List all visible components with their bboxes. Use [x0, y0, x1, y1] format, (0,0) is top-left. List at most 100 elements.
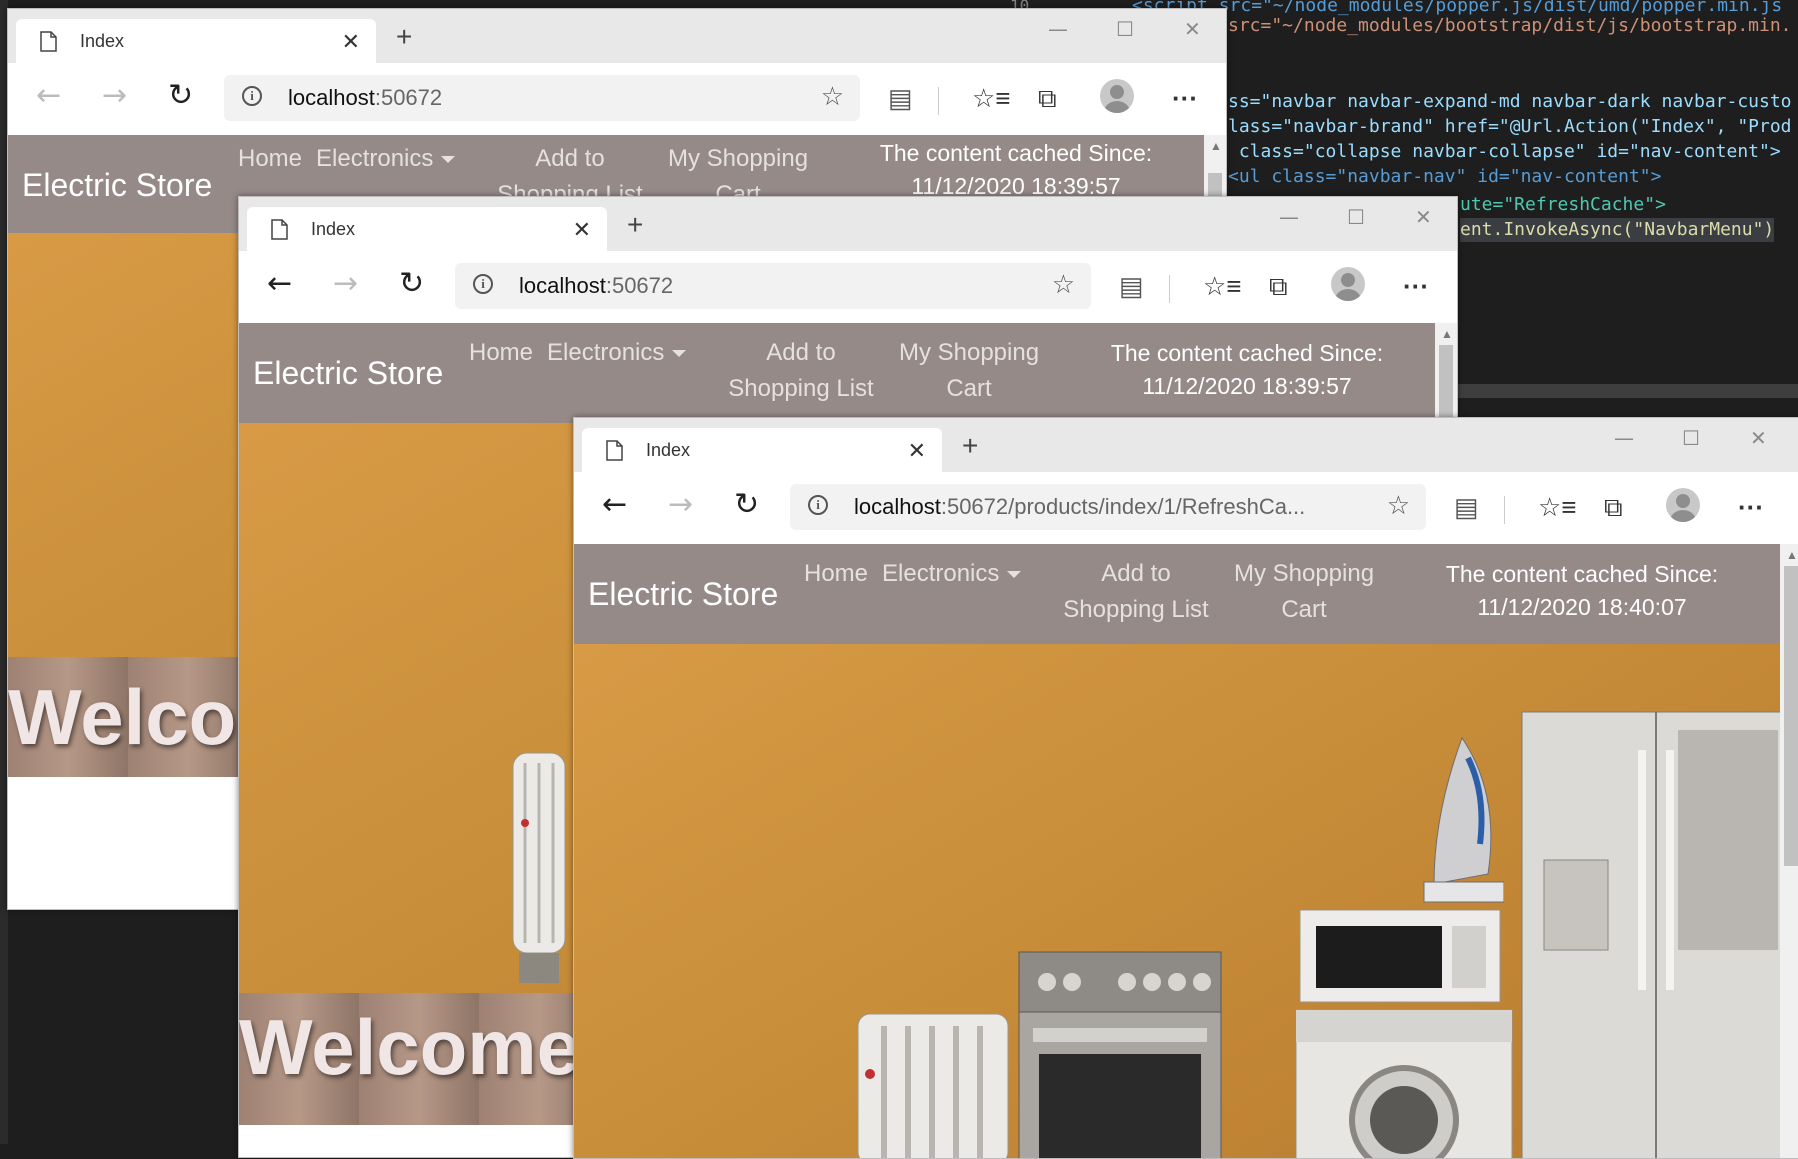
database-icon[interactable]: ▤ [1119, 271, 1144, 301]
collections-icon[interactable]: ⧉ [1604, 492, 1623, 522]
hero-banner [574, 644, 1780, 1158]
toolbar-separator [938, 87, 939, 115]
site-navbar: Electric Store Home Electronics Add to Sh… [239, 323, 1435, 423]
chevron-down-icon [672, 350, 687, 358]
nav-electronics[interactable]: Electronics [316, 141, 456, 177]
brand-link[interactable]: Electric Store [22, 167, 212, 204]
refresh-icon[interactable]: ↻ [399, 267, 424, 301]
forward-icon[interactable]: → [102, 79, 127, 113]
nav-home[interactable]: Home [469, 335, 533, 371]
refresh-icon[interactable]: ↻ [734, 488, 759, 522]
back-icon[interactable]: ← [267, 267, 292, 301]
tab-index[interactable]: Index ✕ [247, 207, 607, 251]
nav-add-to-shopping-list[interactable]: Add to Shopping List [1050, 556, 1222, 628]
nav-home[interactable]: Home [238, 141, 302, 177]
close-window-icon[interactable]: ✕ [1750, 426, 1767, 450]
toolbar-separator [1504, 496, 1505, 524]
page-scrollbar[interactable]: ▲ [1435, 323, 1457, 423]
brand-link[interactable]: Electric Store [588, 576, 778, 613]
page-icon [271, 219, 288, 240]
forward-icon[interactable]: → [668, 488, 693, 522]
minimize-icon[interactable]: — [1614, 426, 1634, 450]
address-bar[interactable]: i localhost:50672/products/index/1/Refre… [790, 484, 1426, 530]
browser-toolbar: ← → ↻ i localhost:50672/products/index/1… [574, 472, 1798, 544]
nav-my-shopping-cart[interactable]: My Shopping Cart [889, 335, 1049, 407]
code-line: ute="RefreshCache"> [1460, 194, 1666, 215]
code-line: lass="navbar-brand" href="@Url.Action("I… [1228, 116, 1792, 137]
chevron-down-icon [441, 156, 456, 164]
scroll-thumb[interactable] [1784, 566, 1798, 866]
maximize-icon[interactable]: ☐ [1347, 205, 1365, 229]
more-icon[interactable]: ··· [1738, 492, 1764, 522]
scroll-up-icon[interactable]: ▲ [1210, 139, 1222, 153]
favorite-star-icon[interactable]: ☆ [1387, 490, 1410, 521]
back-icon[interactable]: ← [36, 79, 61, 113]
database-icon[interactable]: ▤ [888, 83, 913, 113]
scroll-thumb[interactable] [1439, 345, 1453, 423]
address-bar[interactable]: i localhost:50672 ☆ [224, 75, 860, 121]
tab-title: Index [646, 440, 691, 460]
close-tab-icon[interactable]: ✕ [573, 217, 591, 243]
info-icon[interactable]: i [473, 274, 493, 294]
database-icon[interactable]: ▤ [1454, 492, 1479, 522]
welcome-heading: Welcome [239, 1003, 581, 1091]
url-text: localhost:50672/products/index/1/Refresh… [854, 494, 1306, 519]
collections-icon[interactable]: ⧉ [1269, 271, 1288, 301]
nav-home[interactable]: Home [804, 556, 868, 592]
nav-electronics[interactable]: Electronics [882, 556, 1022, 592]
close-tab-icon[interactable]: ✕ [908, 438, 926, 464]
scroll-up-icon[interactable]: ▲ [1786, 548, 1798, 562]
toolbar-separator [1169, 275, 1170, 303]
profile-avatar[interactable] [1331, 267, 1365, 301]
page-icon [606, 440, 623, 461]
favorites-icon[interactable]: ☆≡ [1538, 492, 1576, 522]
tab-index[interactable]: Index ✕ [582, 428, 942, 472]
code-line: class="collapse navbar-collapse" id="nav… [1228, 141, 1781, 162]
favorite-star-icon[interactable]: ☆ [821, 81, 844, 112]
page-scrollbar[interactable]: ▲ [1780, 544, 1798, 1158]
close-window-icon[interactable]: ✕ [1184, 17, 1201, 41]
favorite-star-icon[interactable]: ☆ [1052, 269, 1075, 300]
minimize-icon[interactable]: — [1048, 17, 1068, 41]
back-icon[interactable]: ← [602, 488, 627, 522]
nav-my-shopping-cart[interactable]: My Shopping Cart [1224, 556, 1384, 628]
radiator-image [512, 752, 566, 983]
site-navbar: Electric Store Home Electronics Add to Sh… [574, 544, 1780, 644]
forward-icon[interactable]: → [333, 267, 358, 301]
new-tab-icon[interactable]: + [962, 432, 978, 460]
page-scrollbar[interactable]: ▲ [1204, 135, 1226, 201]
new-tab-icon[interactable]: + [627, 211, 643, 239]
nav-add-to-shopping-list[interactable]: Add to Shopping List [715, 335, 887, 407]
washer-microwave-image [1296, 910, 1513, 1158]
new-tab-icon[interactable]: + [396, 23, 412, 51]
tab-title: Index [311, 219, 356, 239]
info-icon[interactable]: i [808, 495, 828, 515]
collections-icon[interactable]: ⧉ [1038, 83, 1057, 113]
brand-link[interactable]: Electric Store [253, 355, 443, 392]
page-icon [40, 31, 57, 52]
url-text: localhost:50672 [519, 273, 674, 298]
refresh-icon[interactable]: ↻ [168, 79, 193, 113]
tab-strip: Index ✕ + — ☐ ✕ [8, 9, 1226, 63]
profile-avatar[interactable] [1100, 79, 1134, 113]
maximize-icon[interactable]: ☐ [1682, 426, 1700, 450]
refrigerator-image [1521, 711, 1780, 1158]
address-bar[interactable]: i localhost:50672 ☆ [455, 263, 1091, 309]
browser-window-3: Index ✕ + — ☐ ✕ ← → ↻ i localhost:50672/… [573, 417, 1798, 1159]
favorites-icon[interactable]: ☆≡ [972, 83, 1010, 113]
cache-timestamp: The content cached Since: 11/12/2020 18:3… [1110, 340, 1384, 399]
code-line: src="~/node_modules/bootstrap/dist/js/bo… [1228, 15, 1792, 36]
tab-index[interactable]: Index ✕ [16, 19, 376, 63]
more-icon[interactable]: ··· [1403, 271, 1429, 301]
favorites-icon[interactable]: ☆≡ [1203, 271, 1241, 301]
radiator-image [857, 1013, 1009, 1158]
profile-avatar[interactable] [1666, 488, 1700, 522]
info-icon[interactable]: i [242, 86, 262, 106]
scroll-up-icon[interactable]: ▲ [1441, 327, 1453, 341]
maximize-icon[interactable]: ☐ [1116, 17, 1134, 41]
close-window-icon[interactable]: ✕ [1415, 205, 1432, 229]
close-tab-icon[interactable]: ✕ [342, 29, 360, 55]
more-icon[interactable]: ··· [1172, 83, 1198, 113]
nav-electronics[interactable]: Electronics [547, 335, 687, 371]
minimize-icon[interactable]: — [1279, 205, 1299, 229]
